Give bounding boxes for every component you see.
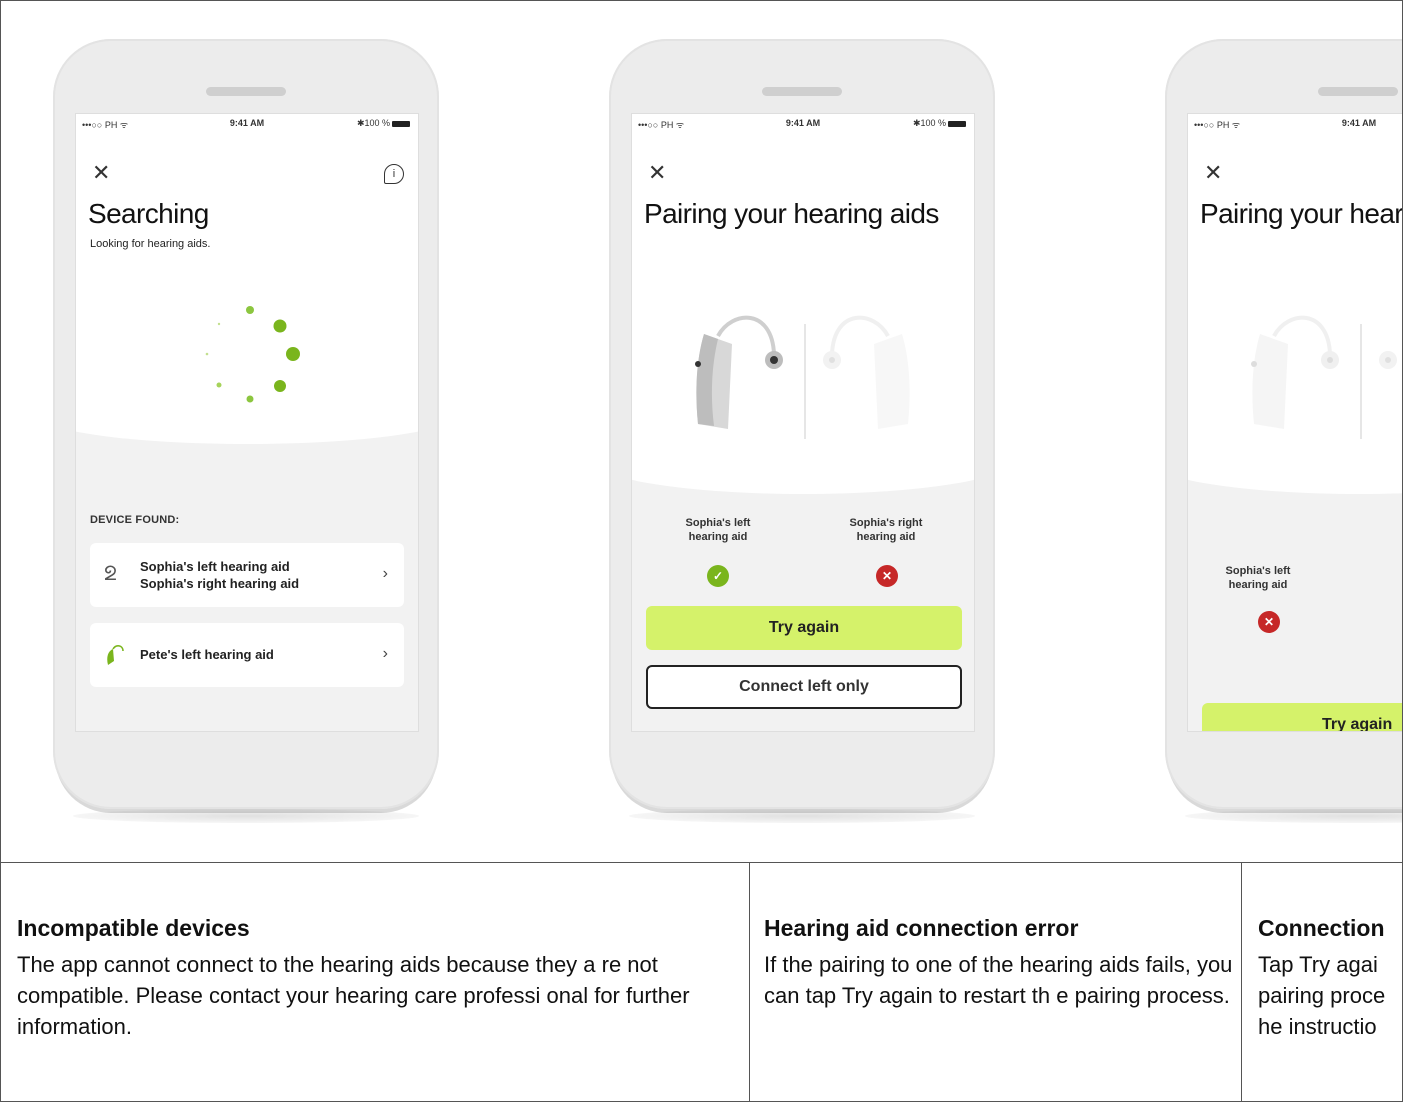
hearing-aids-illustration [695, 315, 910, 439]
error-x-icon: ✕ [876, 565, 898, 587]
battery-icon [948, 120, 966, 127]
spinner-dot [205, 352, 209, 356]
status-time: 9:41 AM [1341, 118, 1377, 128]
screen-searching: •••○○ PH ᯤ 9:41 AM ✱100 % ✕ i Searching … [75, 113, 419, 732]
device-card-sophia[interactable]: ᘖ Sophia's left hearing aid Sophia's rig… [90, 543, 404, 607]
try-again-label: Try again [1322, 716, 1393, 732]
loading-spinner-icon [205, 306, 300, 403]
phone-speaker [762, 87, 842, 96]
connect-left-only-button[interactable]: Connect left only [646, 665, 962, 709]
description-text: The app cannot connect to the hearing ai… [17, 952, 690, 1039]
chevron-right-icon: › [382, 645, 388, 662]
spinner-dot [246, 395, 254, 403]
spinner-dot [273, 319, 287, 333]
phone-connection-partial: •••○○ PH ᯤ 9:41 AM ✕ Pairing your hearin… [1165, 39, 1403, 823]
spinner-dot [217, 322, 221, 326]
description-title: Incompatible devices [17, 915, 250, 941]
device-found-label: DEVICE FOUND: [90, 514, 180, 526]
close-icon[interactable]: ✕ [648, 162, 666, 184]
page-title: Pairing your hearing aids [1200, 198, 1403, 229]
left-aid-label: Sophia's left hearing aid [685, 517, 751, 543]
phone-speaker [206, 87, 286, 96]
screens-area: •••○○ PH ᯤ 9:41 AM ✱100 % ✕ i Searching … [1, 1, 1402, 863]
status-bar: •••○○ PH ᯤ 9:41 AM [1188, 118, 1402, 132]
description-text: If the pairing to one of the hearing aid… [764, 952, 1233, 1008]
battery-indicator: ✱100 % [913, 118, 966, 129]
status-bar: •••○○ PH ᯤ 9:41 AM ✱100 % [632, 118, 974, 132]
descriptions-table: Incompatible devices The app cannot conn… [1, 863, 1402, 1101]
description-title: Hearing aid connection error [764, 915, 1079, 941]
page-title: Pairing your hearing aids [644, 198, 939, 229]
spinner-dot [274, 380, 286, 392]
device-card-text: Sophia's left hearing aid Sophia's right… [140, 558, 299, 592]
device-name-right: Sophia's right hearing aid [140, 576, 300, 591]
right-aid-label: Sophia's right hearing aid [849, 517, 923, 543]
phone-speaker [1318, 87, 1398, 96]
hearing-aid-green-icon [107, 645, 124, 665]
left-aid-label: Sophia's left hearing aid [1225, 565, 1291, 591]
chevron-right-icon: › [382, 565, 388, 582]
description-connection: Connection Tap Try agai pairing proce he… [1242, 863, 1402, 1101]
hearing-aids-illustration [1251, 315, 1397, 439]
device-name-pete: Pete's left hearing aid [140, 647, 274, 662]
checkmark-icon: ✓ [707, 565, 729, 587]
try-again-button[interactable]: Try again [1202, 703, 1402, 732]
phone-searching: •••○○ PH ᯤ 9:41 AM ✱100 % ✕ i Searching … [53, 39, 439, 823]
try-again-button[interactable]: Try again [646, 606, 962, 650]
spinner-dot [216, 382, 222, 388]
screen-connection: •••○○ PH ᯤ 9:41 AM ✕ Pairing your hearin… [1187, 113, 1403, 732]
device-name-left: Sophia's left hearing aid [140, 559, 290, 574]
spinner-dot [246, 306, 254, 314]
screen-pairing: •••○○ PH ᯤ 9:41 AM ✱100 % ✕ Pairing your… [631, 113, 975, 732]
close-icon[interactable]: ✕ [1204, 162, 1222, 184]
description-text: Tap Try agai pairing proce he instructio [1258, 952, 1386, 1039]
description-incompatible: Incompatible devices The app cannot conn… [1, 863, 750, 1101]
figure-frame: •••○○ PH ᯤ 9:41 AM ✱100 % ✕ i Searching … [0, 0, 1403, 1102]
description-title: Connection [1258, 915, 1385, 941]
description-connection-error: Hearing aid connection error If the pair… [750, 863, 1242, 1101]
phone-pairing-error: •••○○ PH ᯤ 9:41 AM ✱100 % ✕ Pairing your… [609, 39, 995, 823]
error-x-icon: ✕ [1258, 611, 1280, 633]
hearing-aids-pair-icon: ᘖ [104, 563, 117, 585]
battery-text: ✱100 % [912, 118, 946, 128]
device-card-pete[interactable]: Pete's left hearing aid › [90, 623, 404, 687]
spinner-dot [286, 347, 300, 361]
